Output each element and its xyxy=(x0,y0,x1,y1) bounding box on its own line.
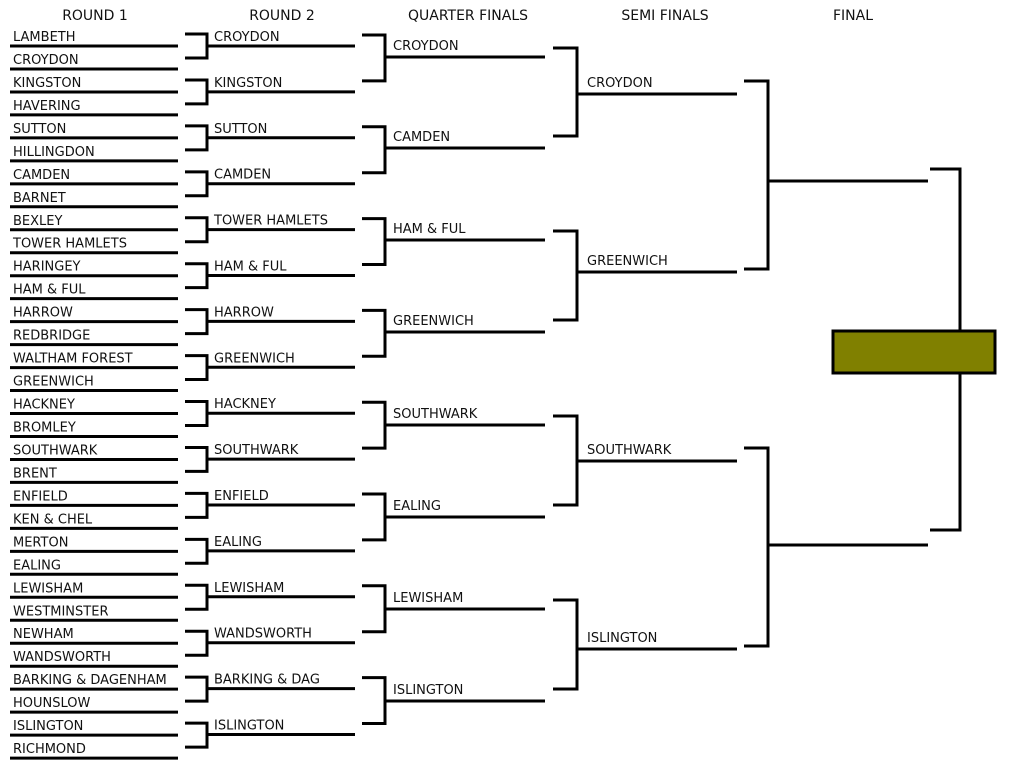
round2-team: TOWER HAMLETS xyxy=(213,214,328,229)
round1-team: TOWER HAMLETS xyxy=(12,237,127,252)
round1-team: HARINGEY xyxy=(13,260,81,275)
round1-connector xyxy=(185,308,209,336)
semi-final-connector xyxy=(744,79,770,271)
round1-team: REDBRIDGE xyxy=(13,329,90,344)
round2-team: GREENWICH xyxy=(214,351,295,366)
round1-team: ENFIELD xyxy=(13,489,68,504)
round2-team: CAMDEN xyxy=(214,168,271,183)
round1-team: LEWISHAM xyxy=(13,581,83,596)
round1-team: WESTMINSTER xyxy=(13,604,108,619)
round2-team: CROYDON xyxy=(214,30,280,45)
round1-team: LAMBETH xyxy=(13,30,76,45)
round1-connector xyxy=(185,629,209,657)
header-final: FINAL xyxy=(833,8,873,24)
semi-final-team: GREENWICH xyxy=(587,254,668,269)
round1-team: HAM & FUL xyxy=(13,283,86,298)
header-round-2: ROUND 2 xyxy=(249,8,315,24)
quarter-final-team: SOUTHWARK xyxy=(393,407,478,422)
header-quarter-finals: QUARTER FINALS xyxy=(408,8,528,24)
round1-team: MERTON xyxy=(13,535,68,550)
round2-connector xyxy=(362,400,387,450)
round1-connector xyxy=(185,262,209,290)
round1-team: WANDSWORTH xyxy=(13,650,111,665)
quarter-final-team: EALING xyxy=(393,499,441,514)
round1-connector xyxy=(185,583,209,611)
round2-team: ENFIELD xyxy=(214,489,269,504)
round2-team: ISLINGTON xyxy=(214,719,284,734)
round2-connector xyxy=(362,217,387,266)
semi-final-team: CROYDON xyxy=(587,76,653,91)
round1-team: RICHMOND xyxy=(13,742,86,757)
quarter-final-connector xyxy=(553,598,579,691)
round1-connector xyxy=(185,491,209,519)
round1-team: BRENT xyxy=(13,466,57,481)
round1-connector xyxy=(185,445,209,473)
quarter-final-team: GREENWICH xyxy=(393,314,474,329)
round2-connector xyxy=(362,33,387,83)
round2-team: HACKNEY xyxy=(214,397,276,412)
round1-team: BARNET xyxy=(13,191,66,206)
round1-team: HARROW xyxy=(13,306,73,321)
semi-final-team: SOUTHWARK xyxy=(587,443,672,458)
round1-connector xyxy=(185,537,209,565)
round2-connector xyxy=(362,584,387,634)
quarter-final-team: LEWISHAM xyxy=(393,591,463,606)
round1-connector xyxy=(185,675,209,703)
round2-team: HARROW xyxy=(214,305,274,320)
round1-team: KINGSTON xyxy=(13,76,81,91)
round1-team: SUTTON xyxy=(13,122,66,137)
round2-connector xyxy=(362,492,387,542)
header-semi-finals: SEMI FINALS xyxy=(621,8,708,24)
round2-team: WANDSWORTH xyxy=(214,627,312,642)
round1-team: EALING xyxy=(13,558,61,573)
quarter-final-team: ISLINGTON xyxy=(393,683,463,698)
round1-connector xyxy=(185,721,209,749)
round1-team: SOUTHWARK xyxy=(13,443,98,458)
header-round-1: ROUND 1 xyxy=(62,8,128,24)
round1-team: HAVERING xyxy=(13,99,81,114)
round2-team: BARKING & DAG xyxy=(214,673,320,688)
quarter-final-team: CROYDON xyxy=(393,39,459,54)
tournament-bracket: ROUND 1 ROUND 2 QUARTER FINALS SEMI FINA… xyxy=(10,8,997,760)
round1-connector xyxy=(185,216,209,244)
round1-team: BARKING & DAGENHAM xyxy=(13,673,167,688)
quarter-final-connector xyxy=(553,46,579,138)
round2-team: LEWISHAM xyxy=(214,581,284,596)
round1-team: BROMLEY xyxy=(13,420,76,435)
round2-team: SUTTON xyxy=(214,122,267,137)
round2-team: EALING xyxy=(214,535,262,550)
round2-team: SOUTHWARK xyxy=(214,443,299,458)
quarter-final-team: CAMDEN xyxy=(393,130,450,145)
round1-connector xyxy=(185,170,209,198)
round1-connector xyxy=(185,124,209,152)
semi-final-team: ISLINGTON xyxy=(587,631,657,646)
round1-team: WALTHAM FOREST xyxy=(13,352,133,367)
quarter-final-connector xyxy=(553,229,579,322)
round2-team: KINGSTON xyxy=(214,76,282,91)
round1-connector xyxy=(185,78,209,106)
round1-team: NEWHAM xyxy=(13,627,74,642)
quarter-final-connector xyxy=(553,414,579,507)
semi-final-connector xyxy=(744,446,770,648)
quarter-final-team: HAM & FUL xyxy=(393,222,466,237)
round1-team: BEXLEY xyxy=(13,214,62,229)
round2-connector xyxy=(362,125,387,175)
round1-team: KEN & CHEL xyxy=(13,512,93,527)
round1-team: CROYDON xyxy=(13,53,79,68)
round2-connector xyxy=(362,676,387,725)
round1-team: GREENWICH xyxy=(13,375,94,390)
round2-connector xyxy=(362,308,387,358)
round1-connector xyxy=(185,32,209,60)
round1-team: HACKNEY xyxy=(13,398,75,413)
round1-team: ISLINGTON xyxy=(13,719,83,734)
round1-team: HOUNSLOW xyxy=(13,696,91,711)
round1-team: HILLINGDON xyxy=(13,145,95,160)
champion-box xyxy=(831,329,997,375)
round1-connector xyxy=(185,354,209,382)
round1-connector xyxy=(185,400,209,427)
round1-team: CAMDEN xyxy=(13,168,70,183)
round2-team: HAM & FUL xyxy=(214,260,287,275)
